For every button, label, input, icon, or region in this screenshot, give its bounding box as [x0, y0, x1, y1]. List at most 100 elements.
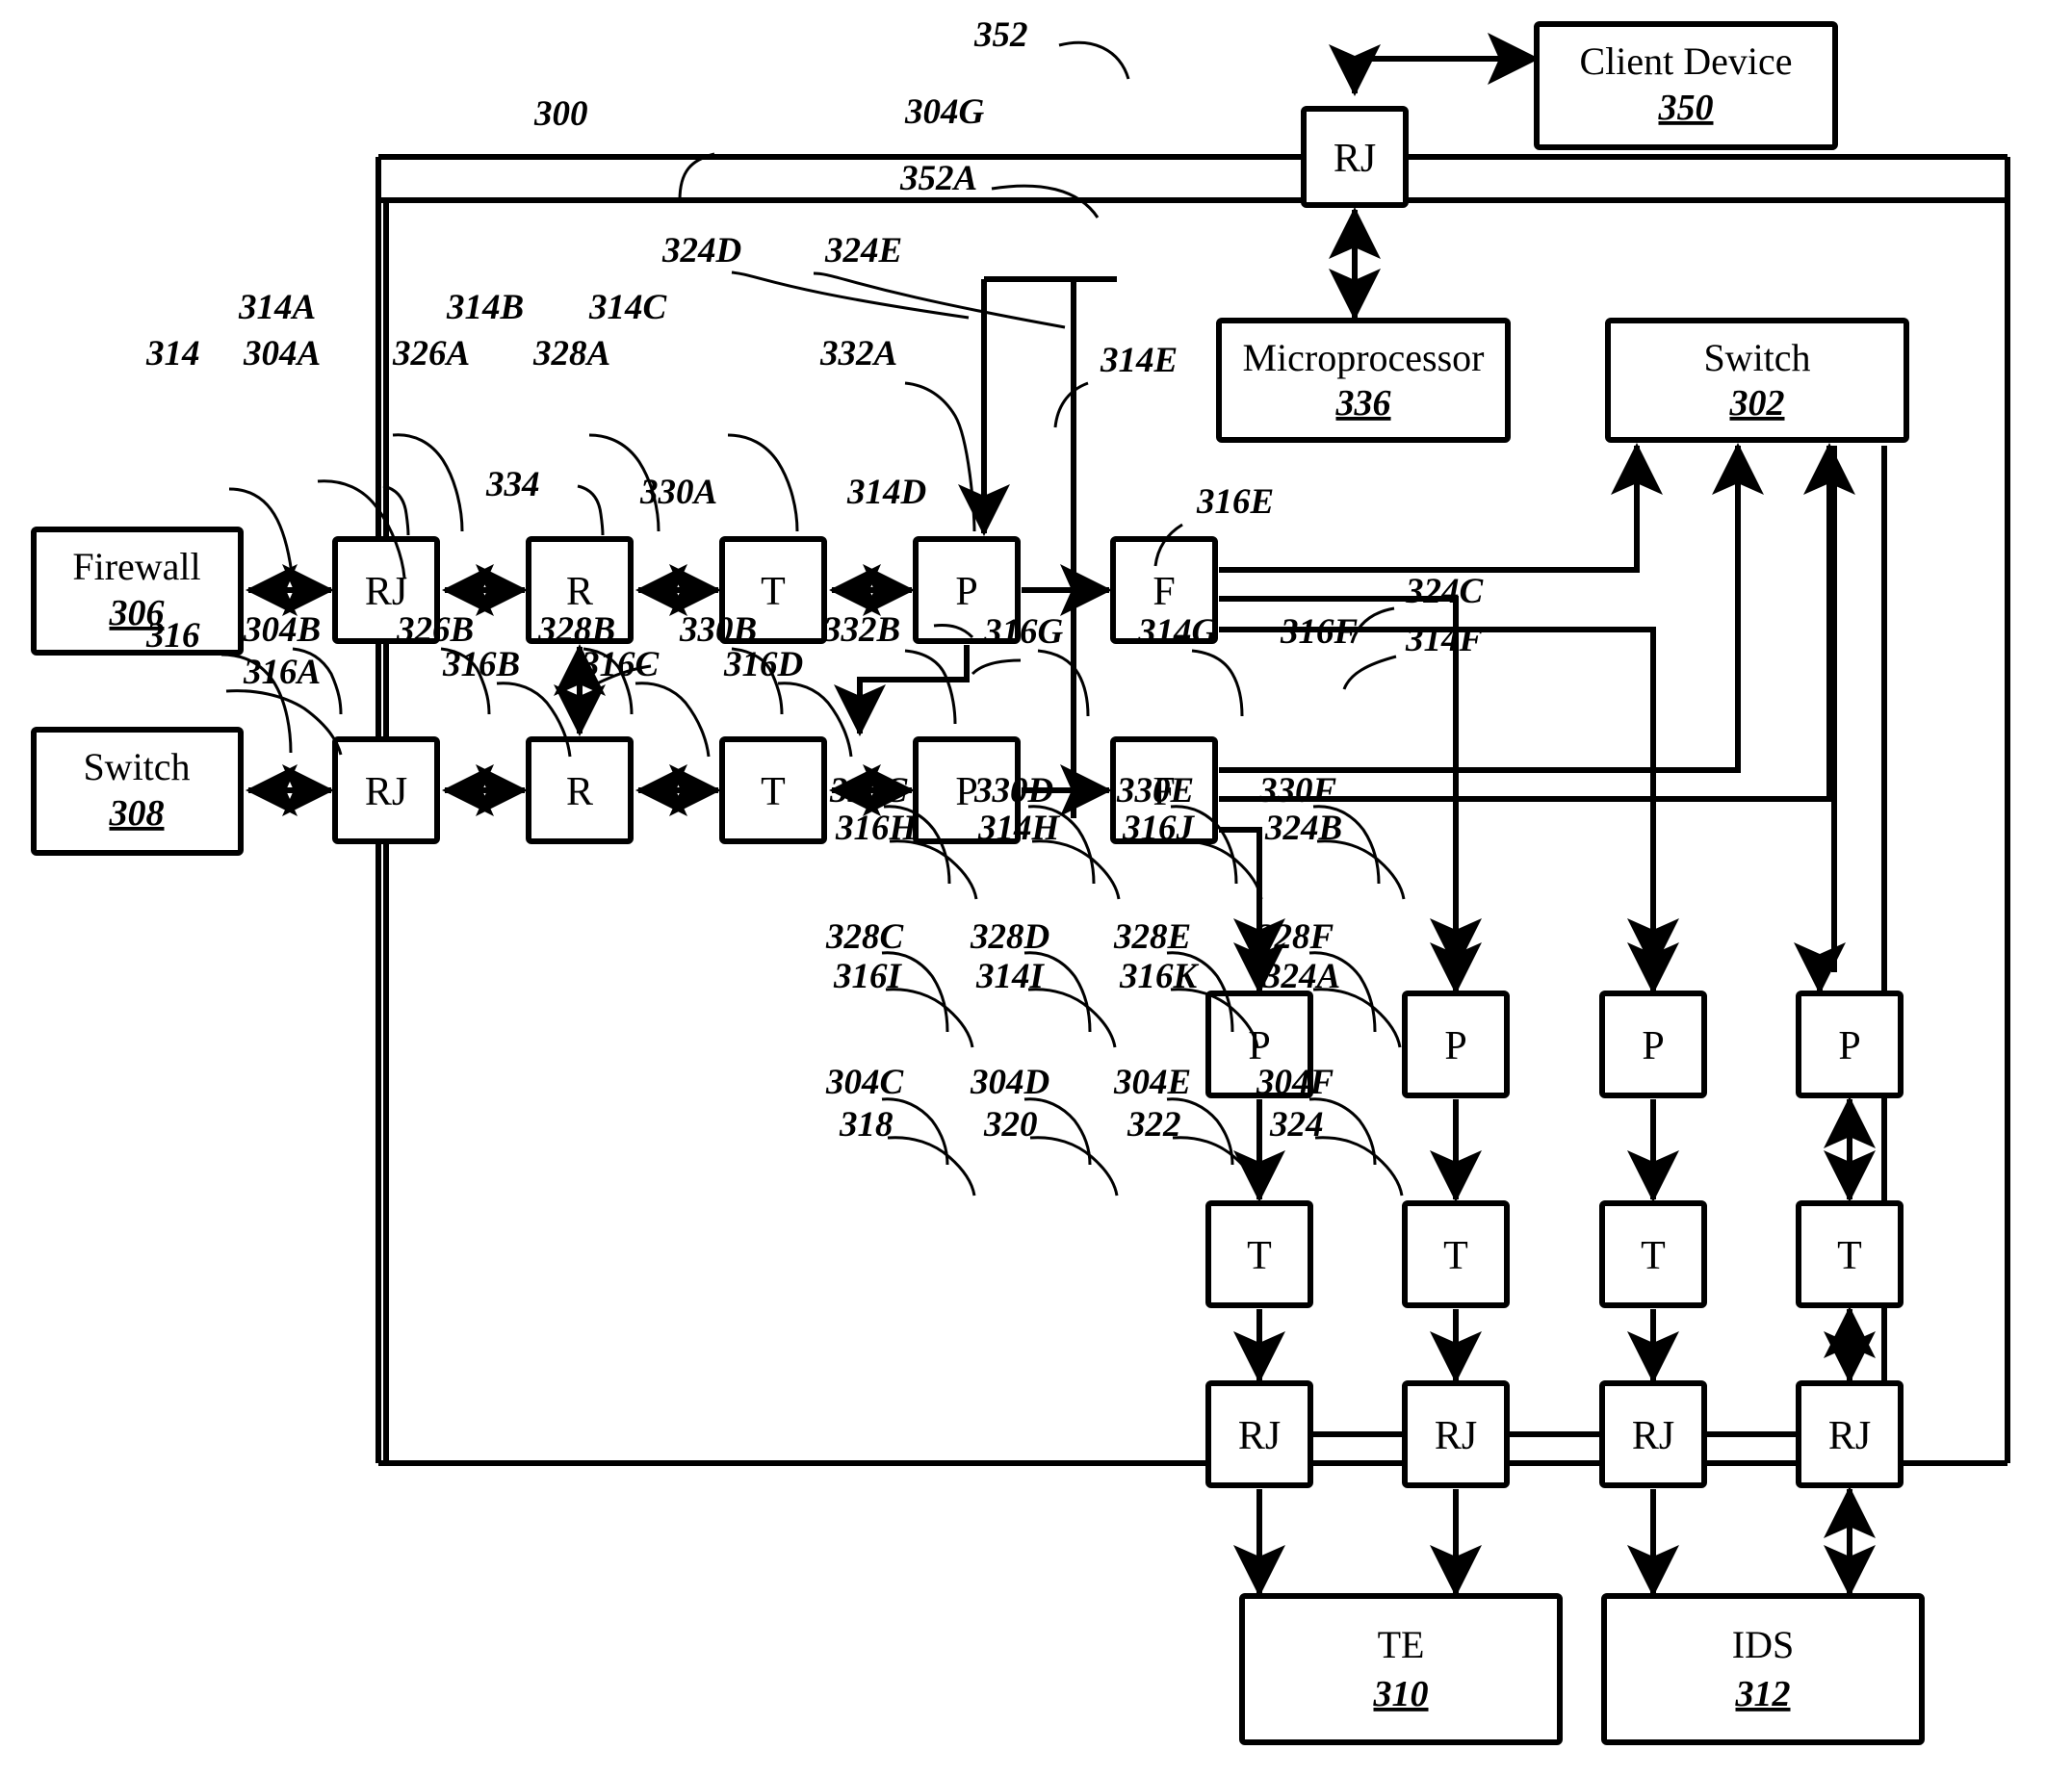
node-rj-304b-letter: RJ — [365, 770, 407, 814]
reference-numeral-318: 318 — [839, 1105, 894, 1145]
node-t-328a-letter: T — [761, 570, 786, 614]
switch-302-ref: 302 — [1729, 383, 1785, 424]
reference-numeral-304G: 304G — [904, 92, 985, 132]
reference-numeral-326A: 326A — [392, 334, 470, 373]
node-r-326b-letter: R — [566, 770, 593, 814]
ids-ref: 312 — [1735, 1674, 1791, 1714]
reference-numeral-322: 322 — [1127, 1105, 1181, 1145]
reference-numeral-314: 314 — [145, 334, 200, 373]
reference-numeral-330B: 330B — [679, 610, 757, 650]
link-352 — [1058, 33, 1540, 96]
reference-numeral-352A: 352A — [899, 159, 977, 198]
node-r-326a-letter: R — [566, 570, 593, 614]
reference-numeral-326B: 326B — [396, 610, 474, 650]
reference-numeral-314D: 314D — [846, 473, 926, 512]
te-ref: 310 — [1373, 1674, 1429, 1714]
node-t-328d-letter: T — [1443, 1234, 1468, 1278]
node-rj-304g: RJ — [1301, 106, 1409, 208]
reference-numeral-316B: 316B — [442, 645, 520, 684]
node-rj-304c-letter: RJ — [1238, 1414, 1281, 1458]
link-314f — [1342, 446, 1837, 972]
column-1: P T RJ — [1205, 942, 1313, 1597]
reference-numeral-304F: 304F — [1256, 1063, 1334, 1102]
reference-numeral-316D: 316D — [723, 645, 803, 684]
node-p-330a-letter: P — [955, 570, 977, 614]
node-rj-304d-letter: RJ — [1435, 1414, 1477, 1458]
node-rj-304e-letter: RJ — [1632, 1414, 1674, 1458]
node-rj-304a-letter: RJ — [365, 570, 407, 614]
node-p-330f-letter: P — [1838, 1024, 1860, 1068]
reference-numeral-314C: 314C — [588, 288, 668, 327]
ids-label: IDS — [1732, 1623, 1794, 1666]
te-box: TE 310 — [1239, 1593, 1563, 1745]
microprocessor-box: Microprocessor 336 — [1216, 318, 1511, 443]
node-p-330e-letter: P — [1642, 1024, 1664, 1068]
te-label: TE — [1378, 1623, 1425, 1666]
reference-numeral-314H: 314H — [977, 809, 1061, 848]
reference-numeral-332A: 332A — [819, 334, 897, 373]
column-3: P T RJ — [1599, 942, 1707, 1597]
reference-numeral-332B: 332B — [822, 610, 900, 650]
firewall-label: Firewall — [72, 545, 200, 588]
reference-numeral-328A: 328A — [532, 334, 610, 373]
firewall-box: Firewall 306 — [31, 527, 244, 656]
reference-numeral-304B: 304B — [243, 610, 321, 650]
patent-figure-canvas: Client Device 350 RJ Microprocessor 336 … — [0, 0, 2072, 1776]
reference-numeral-334: 334 — [485, 465, 540, 504]
reference-numeral-304A: 304A — [243, 334, 321, 373]
node-t-328b-letter: T — [761, 770, 786, 814]
reference-numeral-314F: 314F — [1405, 620, 1484, 659]
reference-numeral-316E: 316E — [1196, 482, 1274, 522]
reference-numeral-316G: 316G — [983, 612, 1064, 652]
reference-numeral-304E: 304E — [1113, 1063, 1191, 1102]
reference-numeral-324A: 324A — [1262, 957, 1340, 996]
reference-numeral-324E: 324E — [824, 231, 902, 270]
reference-numeral-316C: 316C — [581, 645, 660, 684]
link-352a — [991, 184, 1381, 321]
reference-numeral-316F: 316F — [1280, 612, 1359, 652]
reference-numeral-330A: 330A — [639, 473, 717, 512]
client-device-box: Client Device 350 — [1534, 21, 1838, 150]
switch-308-label: Switch — [83, 745, 190, 788]
node-f-332a-letter: F — [1153, 570, 1175, 614]
reference-numeral-316I: 316I — [833, 957, 903, 996]
client-device-ref: 350 — [1658, 88, 1714, 128]
network-block-diagram: Client Device 350 RJ Microprocessor 336 … — [31, 15, 2010, 1745]
reference-numeral-314G: 314G — [1137, 612, 1218, 652]
reference-numeral-328E: 328E — [1113, 917, 1191, 957]
top-bus — [376, 154, 2010, 200]
reference-numeral-324B: 324B — [1264, 809, 1342, 848]
node-t-328f-letter: T — [1837, 1234, 1862, 1278]
reference-numeral-314A: 314A — [238, 288, 316, 327]
reference-numeral-330F: 330F — [1258, 771, 1337, 811]
reference-numeral-316A: 316A — [243, 653, 321, 692]
switch-302-label: Switch — [1703, 336, 1810, 379]
reference-numeral-316K: 316K — [1119, 957, 1200, 996]
link-314d — [834, 645, 1022, 736]
node-rj-304f-letter: RJ — [1828, 1414, 1871, 1458]
reference-numeral-314B: 314B — [446, 288, 524, 327]
reference-numeral-328B: 328B — [537, 610, 615, 650]
reference-numeral-328F: 328F — [1256, 917, 1334, 957]
node-rj-304g-letter: RJ — [1334, 137, 1376, 181]
reference-numeral-328C: 328C — [825, 917, 905, 957]
reference-numeral-316J: 316J — [1122, 809, 1196, 848]
ids-box: IDS 312 — [1601, 1593, 1925, 1745]
reference-numeral-328D: 328D — [970, 917, 1049, 957]
reference-numeral-330C: 330C — [829, 771, 909, 811]
microprocessor-ref: 336 — [1335, 383, 1391, 424]
chain-row-b: RJ R T P F — [246, 736, 1218, 844]
reference-numeral-304D: 304D — [970, 1063, 1049, 1102]
node-p-330d-letter: P — [1444, 1024, 1466, 1068]
reference-numeral-316: 316 — [145, 616, 200, 656]
reference-numeral-324C: 324C — [1405, 572, 1485, 611]
reference-numeral-324D: 324D — [661, 231, 741, 270]
reference-numeral-352: 352 — [973, 15, 1028, 55]
reference-numeral-316H: 316H — [835, 809, 919, 848]
reference-numeral-300: 300 — [533, 94, 588, 134]
switch-302-box: Switch 302 — [1605, 318, 1909, 443]
reference-numeral-330D: 330D — [973, 771, 1053, 811]
switch-308-box: Switch 308 — [31, 727, 244, 856]
microprocessor-label: Microprocessor — [1242, 336, 1484, 379]
reference-numeral-314I: 314I — [975, 957, 1046, 996]
